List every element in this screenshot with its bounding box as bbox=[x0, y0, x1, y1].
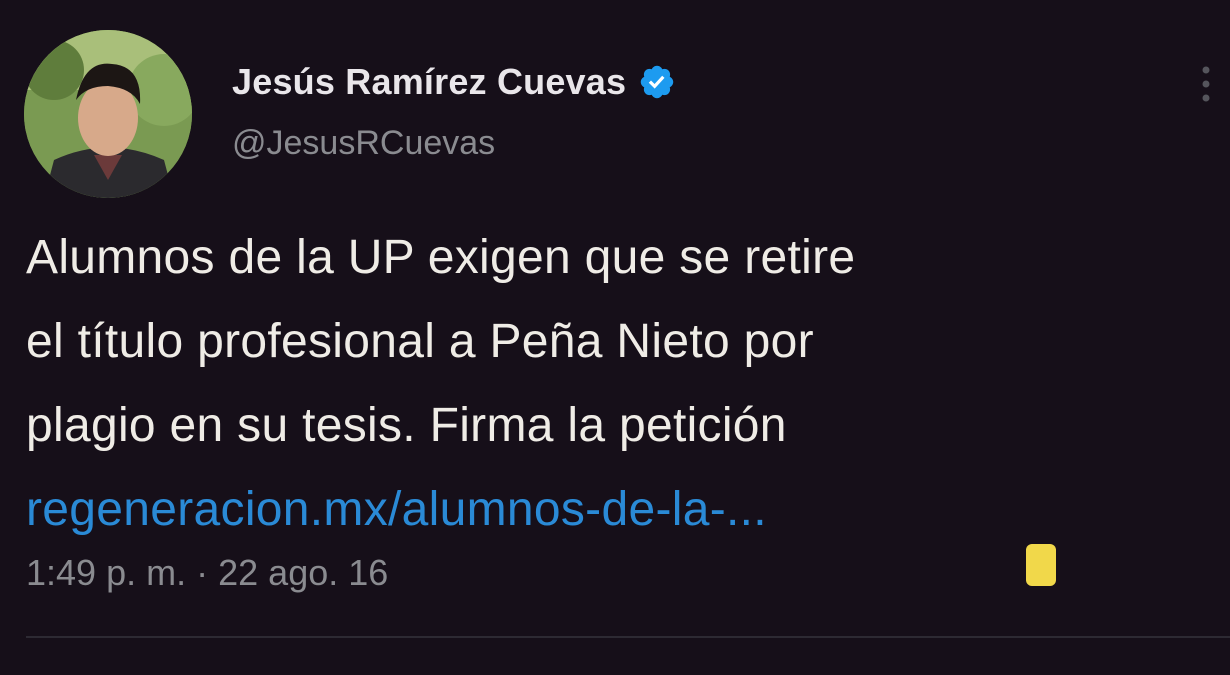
timestamp-separator: · bbox=[196, 552, 209, 593]
author-display-name[interactable]: Jesús Ramírez Cuevas bbox=[232, 61, 626, 103]
divider bbox=[26, 636, 1230, 638]
tweet-link[interactable]: regeneracion.mx/alumnos-de-la-... bbox=[26, 468, 1206, 552]
tweet-date: 22 ago. 16 bbox=[218, 552, 389, 593]
author-row[interactable]: Jesús Ramírez Cuevas bbox=[232, 56, 676, 108]
tweet-card[interactable]: Jesús Ramírez Cuevas @JesusRCuevas Alumn… bbox=[0, 0, 1230, 675]
tweet-time: 1:49 p. m. bbox=[26, 552, 187, 593]
tweet-text-line: el título profesional a Peña Nieto por bbox=[26, 315, 814, 368]
tweet-text-line: plagio en su tesis. Firma la petición bbox=[26, 399, 787, 452]
tweet-timestamp[interactable]: 1:49 p. m. · 22 ago. 16 bbox=[26, 552, 388, 594]
tweet-text: Alumnos de la UP exigen que se retire el… bbox=[26, 216, 1206, 552]
tweet-text-line: Alumnos de la UP exigen que se retire bbox=[26, 231, 856, 284]
author-handle[interactable]: @JesusRCuevas bbox=[232, 124, 495, 163]
more-options-icon[interactable] bbox=[1196, 64, 1216, 104]
sticker-icon bbox=[1026, 544, 1056, 586]
verified-badge-icon bbox=[640, 65, 674, 99]
avatar[interactable] bbox=[24, 30, 192, 198]
